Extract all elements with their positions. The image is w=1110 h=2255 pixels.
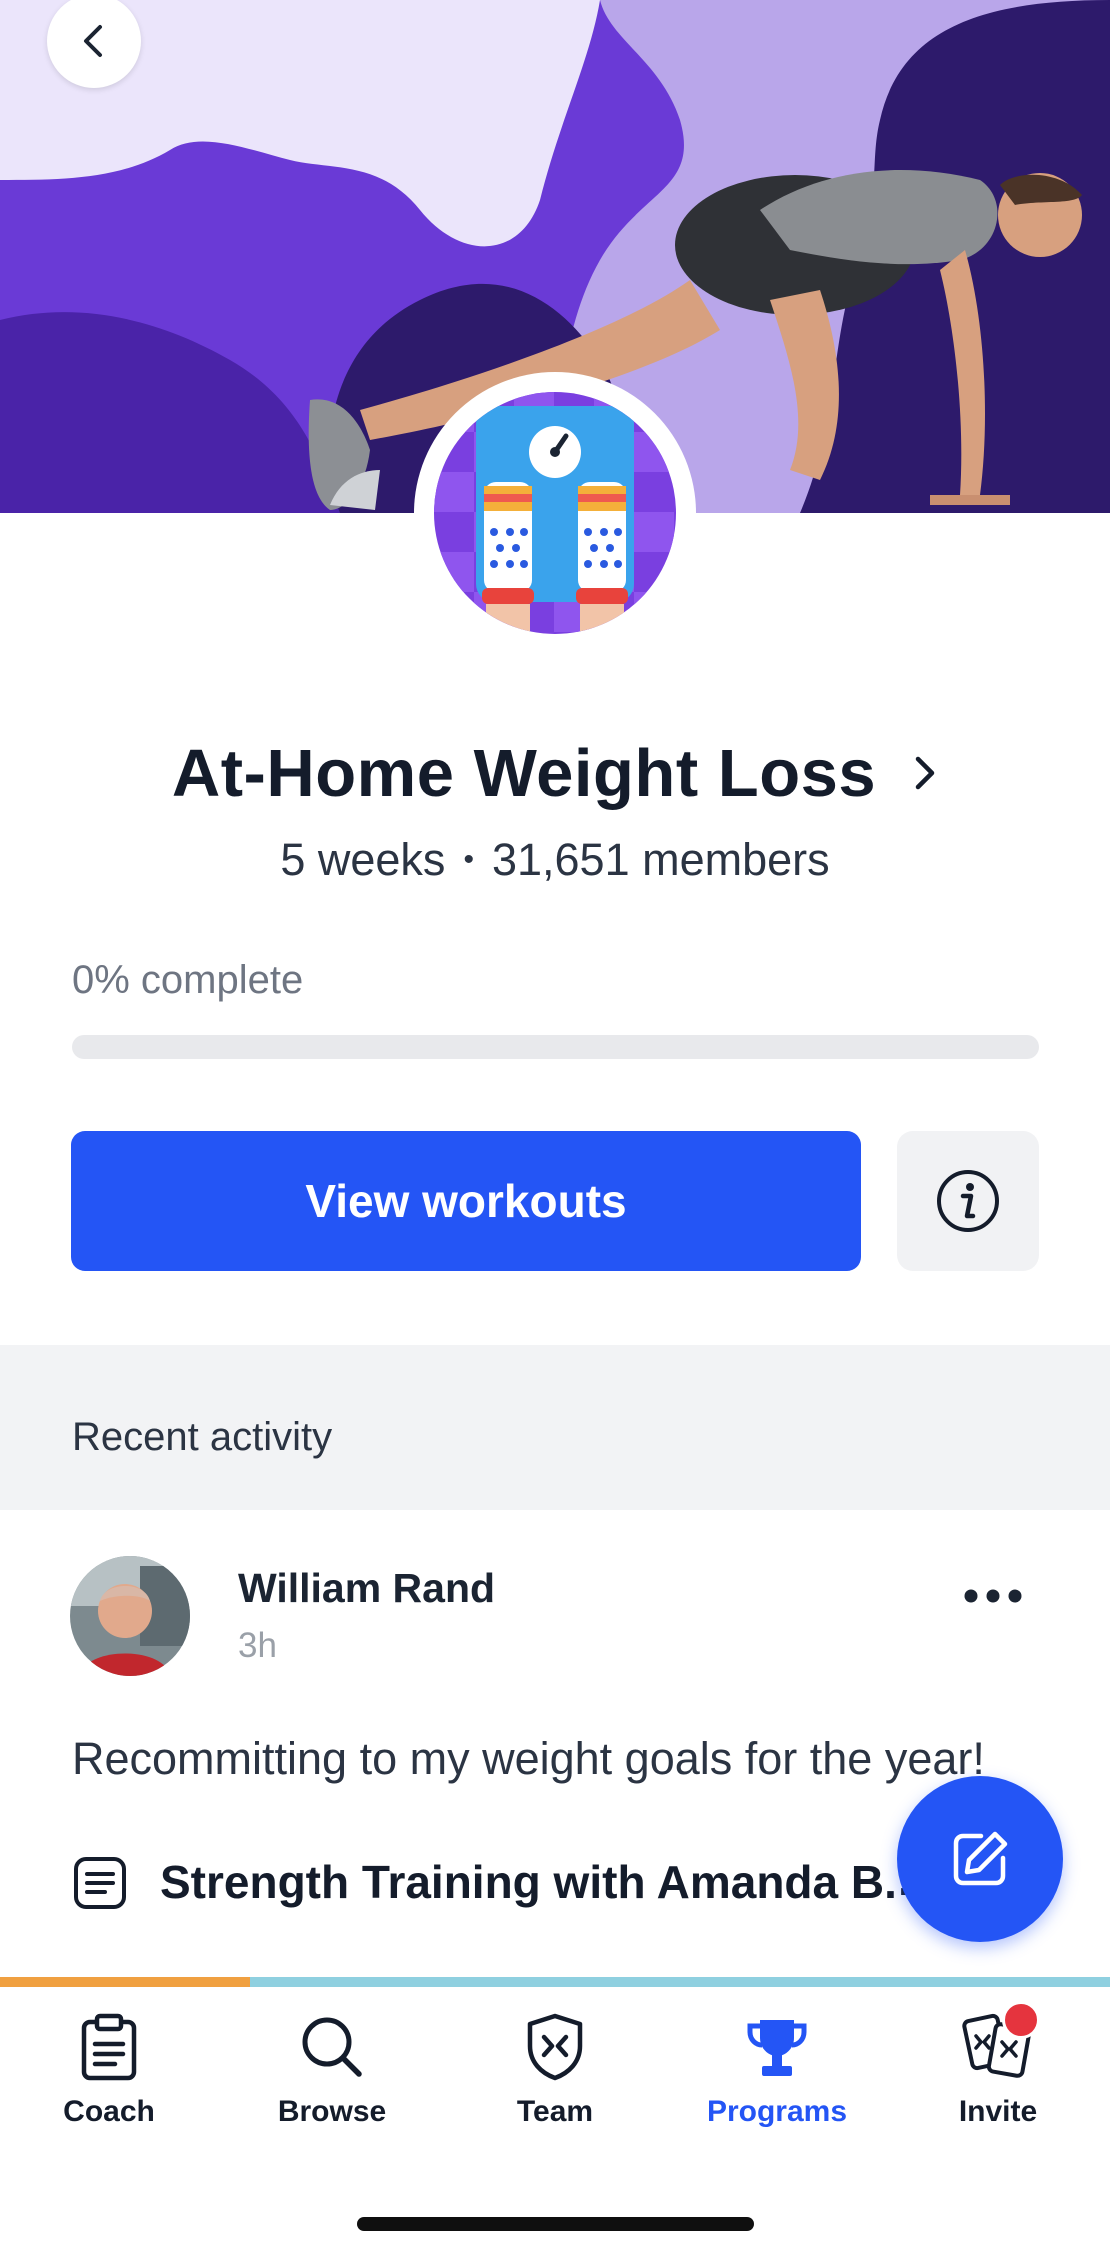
invite-cards-icon bbox=[958, 2001, 1040, 2087]
bathroom-scale-icon bbox=[434, 392, 676, 634]
home-indicator bbox=[357, 2217, 754, 2231]
notification-badge bbox=[1002, 2001, 1040, 2039]
tab-label: Coach bbox=[63, 2095, 155, 2128]
clipboard-icon bbox=[69, 2007, 149, 2087]
tab-coach[interactable]: Coach bbox=[9, 2007, 209, 2147]
meta-separator: • bbox=[463, 843, 474, 876]
tab-browse[interactable]: Browse bbox=[232, 2007, 432, 2147]
trophy-icon bbox=[737, 2007, 817, 2087]
shield-icon bbox=[515, 2007, 595, 2087]
post-author[interactable]: William Rand bbox=[238, 1565, 495, 1612]
more-options-button[interactable] bbox=[955, 1574, 1030, 1618]
tab-invite[interactable]: Invite bbox=[898, 2001, 1098, 2147]
program-title-row[interactable]: At-Home Weight Loss bbox=[0, 728, 1110, 818]
chevron-right-icon bbox=[912, 753, 938, 793]
info-button[interactable] bbox=[897, 1131, 1039, 1271]
tab-label: Browse bbox=[277, 2095, 387, 2128]
more-horizontal-icon bbox=[964, 1589, 1021, 1603]
recent-activity-title: Recent activity bbox=[72, 1415, 333, 1459]
tab-label: Programs bbox=[706, 2095, 848, 2128]
program-members: 31,651 members bbox=[491, 834, 830, 885]
tab-label: Team bbox=[516, 2095, 594, 2128]
post-timestamp: 3h bbox=[238, 1626, 277, 1665]
tab-team[interactable]: Team bbox=[455, 2007, 655, 2147]
post-body: Recommitting to my weight goals for the … bbox=[72, 1733, 985, 1784]
search-icon bbox=[292, 2007, 372, 2087]
info-icon bbox=[937, 1170, 999, 1232]
progress-label: 0% complete bbox=[72, 958, 304, 1002]
program-duration: 5 weeks bbox=[280, 834, 446, 885]
program-meta: 5 weeks • 31,651 members bbox=[0, 830, 1110, 890]
view-workouts-button[interactable]: View workouts bbox=[71, 1131, 861, 1271]
chevron-left-icon bbox=[84, 25, 102, 57]
compose-post-button[interactable] bbox=[897, 1776, 1063, 1942]
program-badge bbox=[414, 372, 696, 654]
tab-label: Invite bbox=[958, 2095, 1038, 2128]
progress-bar bbox=[72, 1035, 1039, 1059]
user-photo bbox=[70, 1556, 190, 1676]
edit-icon bbox=[953, 1831, 1008, 1886]
workout-log-icon bbox=[72, 1855, 128, 1911]
avatar[interactable] bbox=[70, 1556, 190, 1676]
workout-link[interactable]: Strength Training with Amanda B. bbox=[160, 1855, 897, 1909]
program-title: At-Home Weight Loss bbox=[171, 735, 877, 811]
tab-programs[interactable]: Programs bbox=[677, 2007, 877, 2147]
